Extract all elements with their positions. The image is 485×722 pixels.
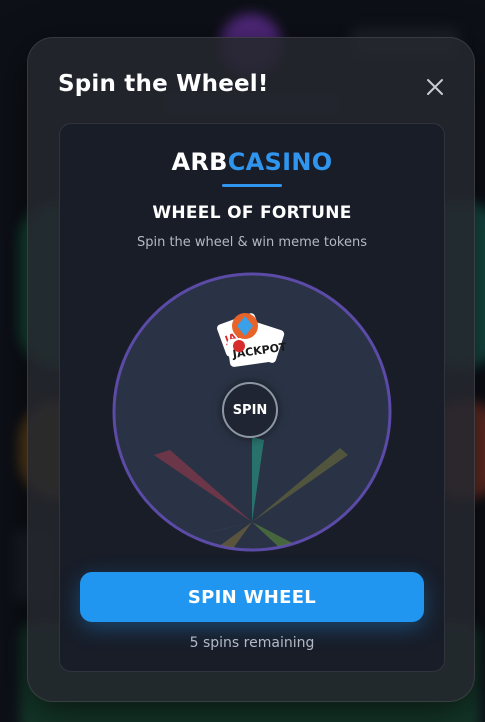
- spin-center-label: SPIN: [232, 402, 268, 418]
- fortune-wheel[interactable]: JACK POT JACKPOT: [112, 272, 392, 552]
- brand-underline: [222, 184, 282, 187]
- wheel-subtitle: Spin the wheel & win meme tokens: [136, 235, 368, 250]
- spin-wheel-modal: Spin the Wheel! ARBCASINO WHEEL OF FORTU…: [27, 37, 475, 702]
- spins-remaining-text: 5 spins remaining: [189, 635, 315, 651]
- modal-title: Spin the Wheel!: [58, 71, 269, 97]
- wheel-heading: WHEEL OF FORTUNE: [152, 203, 352, 223]
- brand-text-arb: ARB: [171, 148, 228, 176]
- wheel-card: ARBCASINO WHEEL OF FORTUNE Spin the whee…: [59, 123, 445, 672]
- spin-center-button[interactable]: SPIN: [222, 382, 278, 438]
- spin-wheel-button[interactable]: SPIN WHEEL: [80, 572, 424, 622]
- token-prizes-cluster: JACK POT JACKPOT: [217, 304, 289, 376]
- close-icon[interactable]: [424, 76, 446, 98]
- brand-logo: ARBCASINO: [60, 148, 444, 176]
- brand-text-casino: CASINO: [227, 148, 333, 176]
- page: Spin the Wheel! ARBCASINO WHEEL OF FORTU…: [0, 0, 485, 722]
